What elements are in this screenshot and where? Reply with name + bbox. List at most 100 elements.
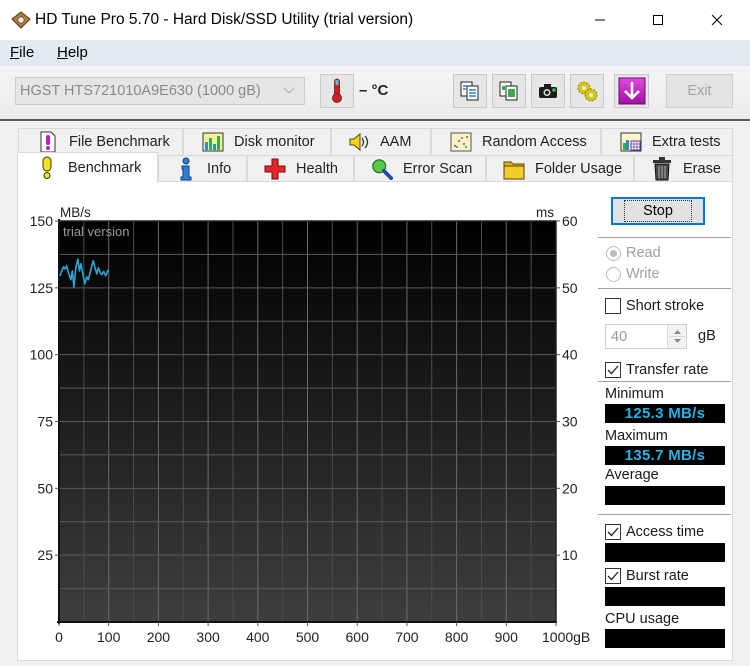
transfer-rate-point xyxy=(65,265,68,267)
copy-text-button[interactable] xyxy=(453,74,487,108)
window-title: HD Tune Pro 5.70 - Hard Disk/SSD Utility… xyxy=(35,11,414,28)
minimize-button[interactable] xyxy=(571,0,629,40)
save-button[interactable] xyxy=(614,74,649,108)
benchmark-exclamation-icon xyxy=(36,156,58,179)
menu-help[interactable]: Help xyxy=(57,44,88,61)
tab-folder-usage[interactable]: Folder Usage xyxy=(486,155,634,182)
menu-bar: File Help xyxy=(0,40,750,66)
tab-file-benchmark[interactable]: File Benchmark xyxy=(18,128,183,155)
spinner-buttons[interactable] xyxy=(667,325,686,348)
short-stroke-spinner[interactable]: 40 xyxy=(605,324,687,349)
close-icon xyxy=(711,14,723,26)
burst-rate-readout xyxy=(605,587,725,606)
burst-rate-checkbox[interactable] xyxy=(605,568,621,584)
tab-benchmark[interactable]: Benchmark xyxy=(17,152,158,183)
tab-label: Health xyxy=(296,161,338,177)
transfer-rate-point xyxy=(105,275,107,277)
thermometer-icon xyxy=(332,78,342,103)
average-readout xyxy=(605,486,725,505)
disk-monitor-icon xyxy=(202,131,224,153)
minimum-readout: 125.3 MB/s xyxy=(605,404,725,423)
title-bar: HD Tune Pro 5.70 - Hard Disk/SSD Utility… xyxy=(0,0,750,40)
x-tick-label: 600 xyxy=(346,629,370,645)
tab-label: Benchmark xyxy=(68,160,142,176)
stop-button[interactable]: Stop xyxy=(611,197,705,225)
x-tick-label: 800 xyxy=(445,629,469,645)
tab-info[interactable]: Info xyxy=(158,155,247,182)
transfer-rate-point xyxy=(99,271,101,274)
x-tick-label: 500 xyxy=(296,629,320,645)
y2-tick-label: 10 xyxy=(562,547,578,563)
random-access-icon xyxy=(450,131,472,153)
divider xyxy=(598,381,731,383)
divider xyxy=(598,237,731,239)
minimize-icon xyxy=(595,19,605,21)
tab-label: Info xyxy=(207,161,232,177)
write-radio[interactable] xyxy=(606,267,621,282)
temperature-button[interactable] xyxy=(320,74,354,108)
transfer-rate-point xyxy=(71,270,74,272)
extra-tests-icon xyxy=(620,131,642,153)
stop-label: Stop xyxy=(624,200,692,222)
checkmark-icon xyxy=(607,365,619,375)
magnifier-icon xyxy=(371,158,393,180)
tab-health[interactable]: Health xyxy=(247,155,354,182)
short-stroke-label: Short stroke xyxy=(626,298,705,314)
maximum-readout: 135.7 MB/s xyxy=(605,446,725,465)
access-time-checkbox[interactable] xyxy=(605,524,621,540)
tab-label: AAM xyxy=(380,134,412,150)
hd-tune-app-icon xyxy=(11,11,31,29)
cpu-usage-readout xyxy=(605,629,725,648)
transfer-rate-checkbox[interactable] xyxy=(605,362,621,378)
options-button[interactable] xyxy=(570,74,604,108)
radio-dot xyxy=(610,250,617,257)
transfer-rate-point xyxy=(60,270,63,273)
exit-button[interactable]: Exit xyxy=(666,74,733,108)
tab-error-scan[interactable]: Error Scan xyxy=(354,155,486,182)
tab-disk-monitor[interactable]: Disk monitor xyxy=(183,128,331,155)
tab-erase[interactable]: Erase xyxy=(634,155,733,182)
divider xyxy=(598,288,731,290)
short-stroke-checkbox[interactable] xyxy=(605,298,621,314)
menu-file[interactable]: File xyxy=(10,44,34,61)
tab-random-access[interactable]: Random Access xyxy=(431,128,601,155)
y2-tick-label: 40 xyxy=(562,347,578,363)
maximize-button[interactable] xyxy=(629,0,687,40)
transfer-rate-point xyxy=(84,283,86,285)
y-tick-label: 125 xyxy=(30,280,54,296)
y-tick-label: 75 xyxy=(37,414,53,430)
x-tick-label: 1000gB xyxy=(542,629,590,645)
tab-extra-tests[interactable]: Extra tests xyxy=(601,128,733,155)
tab-label: Folder Usage xyxy=(535,161,623,177)
access-time-readout xyxy=(605,543,725,562)
close-button[interactable] xyxy=(688,0,746,40)
y2-tick-label: 30 xyxy=(562,414,578,430)
x-tick-label: 400 xyxy=(246,629,270,645)
chevron-down-icon[interactable] xyxy=(283,84,295,96)
read-radio[interactable] xyxy=(606,246,621,261)
transfer-rate-point xyxy=(70,279,72,281)
transfer-rate-chart: 2550751001251501020304050600 100 200 300 400… xyxy=(30,205,591,645)
tab-label: Extra tests xyxy=(652,134,721,150)
tab-aam[interactable]: AAM xyxy=(331,128,431,155)
copy-image-button[interactable] xyxy=(492,74,526,108)
spin-up-icon[interactable] xyxy=(674,330,681,334)
transfer-rate-point xyxy=(107,269,109,271)
y2-axis-label: ms xyxy=(536,205,554,220)
divider xyxy=(598,514,731,516)
tab-label: Error Scan xyxy=(403,161,473,177)
screenshot-button[interactable] xyxy=(531,74,565,108)
checkmark-icon xyxy=(607,527,619,537)
spin-down-icon[interactable] xyxy=(674,339,681,343)
read-label: Read xyxy=(626,245,661,261)
tab-label: File Benchmark xyxy=(69,134,170,150)
x-tick-label: 900 xyxy=(495,629,519,645)
trial-version-annotation: trial version xyxy=(63,224,129,239)
drive-select[interactable]: HGST HTS721010A9E630 (1000 gB) xyxy=(15,77,305,105)
grid-lines xyxy=(59,221,556,622)
copy-text-icon xyxy=(460,81,479,101)
x-tick-label: 700 xyxy=(395,629,419,645)
transfer-rate-point xyxy=(91,265,93,267)
x-tick-label: 100 xyxy=(97,629,121,645)
transfer-rate-point xyxy=(77,258,79,260)
